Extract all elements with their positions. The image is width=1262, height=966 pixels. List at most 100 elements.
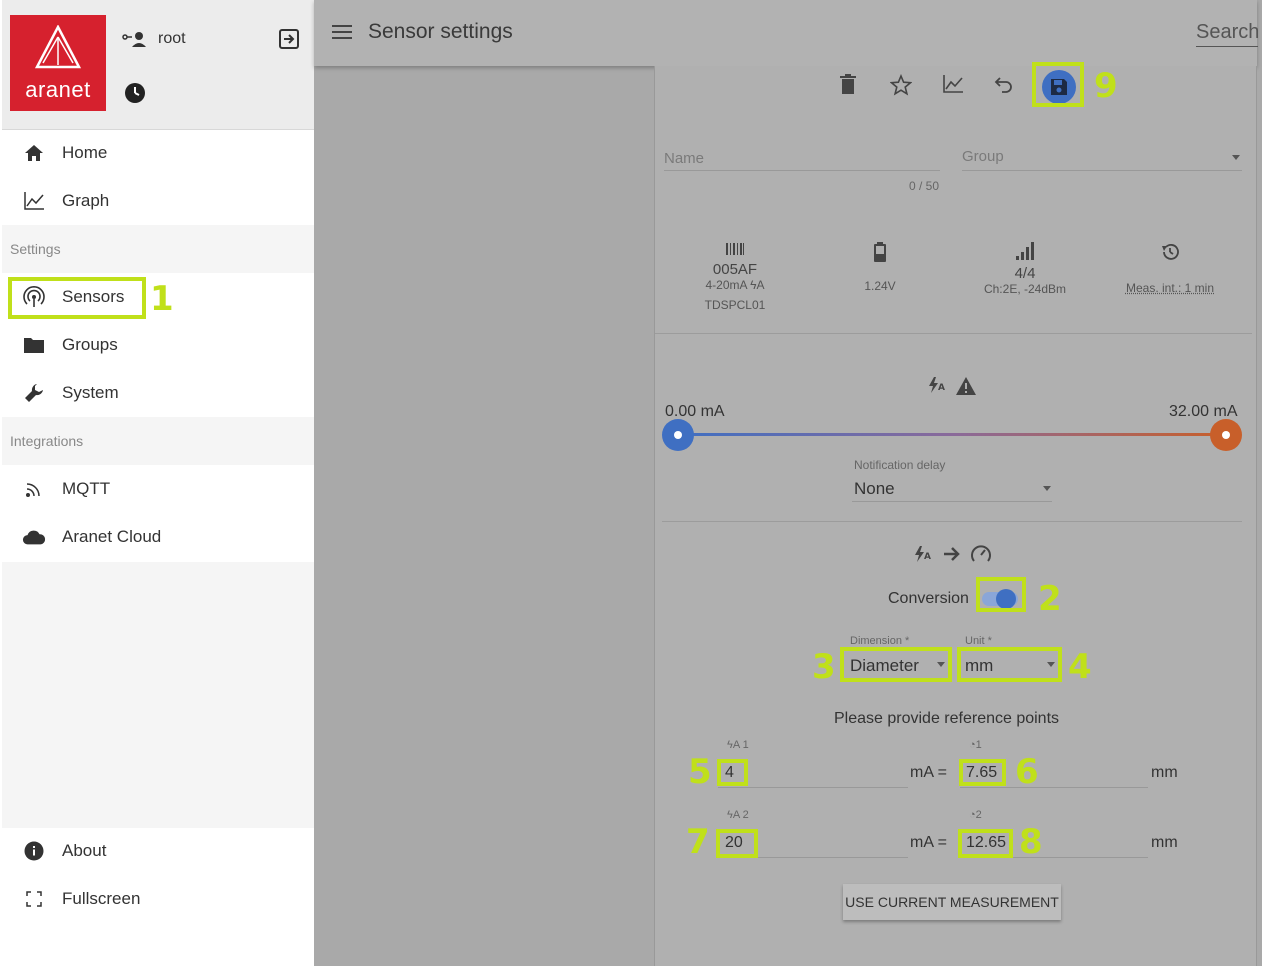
annotation-number: 7: [686, 822, 710, 862]
sensor-type: 4-20mA: [705, 278, 747, 292]
range-slider-track[interactable]: [678, 433, 1228, 436]
sidebar-item-label: Aranet Cloud: [62, 527, 162, 546]
highlight-box: [717, 759, 748, 786]
point2-value-label: ◔2: [969, 809, 982, 821]
sensor-model: TDSPCL01: [704, 298, 766, 312]
dimension-label: Dimension *: [850, 635, 910, 647]
use-current-measurement-button[interactable]: USE CURRENT MEASUREMENT: [843, 884, 1061, 920]
battery-cell: 1.24V: [850, 242, 910, 293]
notification-delay-label: Notification delay: [854, 458, 946, 472]
chevron-down-icon: [1232, 155, 1240, 160]
annotation-number: 2: [1038, 579, 1062, 619]
sidebar-spacer: [2, 562, 314, 828]
star-icon[interactable]: [889, 73, 913, 101]
highlight-box: [976, 577, 1026, 612]
battery-icon: [874, 242, 886, 262]
top-app-bar: Sensor settings Search: [314, 0, 1258, 66]
current-icon: A: [928, 376, 946, 399]
sidebar-item-about[interactable]: About: [2, 827, 314, 875]
chart-icon[interactable]: [942, 74, 964, 99]
sidebar-item-label: Fullscreen: [62, 889, 141, 908]
logo-text: aranet: [25, 77, 91, 102]
notification-delay-select[interactable]: None: [854, 479, 895, 499]
current-icon: ϟA: [746, 278, 765, 292]
channel-info: Ch:2E, -24dBm: [983, 282, 1067, 296]
range-min-handle[interactable]: [662, 419, 694, 451]
user-info: root: [122, 28, 186, 50]
sidebar-item-graph[interactable]: Graph: [2, 177, 314, 225]
point2-unit: mm: [1151, 834, 1178, 851]
signal-icon: [1016, 242, 1034, 260]
fullscreen-icon: [22, 887, 46, 911]
gauge-icon: ◔: [969, 809, 976, 821]
clock-icon[interactable]: [124, 82, 146, 109]
ma-equals-label: mA =: [910, 764, 947, 781]
gauge-icon: [970, 544, 992, 569]
sidebar-item-home[interactable]: Home: [2, 129, 314, 177]
user-icon: [122, 32, 146, 47]
aranet-logo[interactable]: aranet: [10, 15, 106, 111]
point1-value-underline: [960, 787, 1148, 788]
history-icon: [1162, 244, 1179, 260]
rss-icon: [22, 477, 46, 501]
graph-icon: [22, 189, 46, 213]
sidebar-item-mqtt[interactable]: MQTT: [2, 465, 314, 513]
sidebar-header: aranet root: [2, 0, 314, 130]
point1-ma-index: 1: [742, 739, 749, 751]
sensor-id-cell: 005AF 4-20mA ϟA TDSPCL01: [690, 242, 780, 312]
point1-ma-label: ϟA 1: [727, 739, 749, 751]
sidebar-item-label: MQTT: [62, 479, 111, 498]
menu-icon[interactable]: [332, 24, 352, 45]
sidebar-item-label: System: [62, 383, 119, 402]
sidebar-item-fullscreen[interactable]: Fullscreen: [2, 875, 314, 923]
sidebar-item-aranet-cloud[interactable]: Aranet Cloud: [2, 513, 314, 561]
annotation-number: 9: [1094, 66, 1118, 106]
svg-text:A: A: [924, 552, 931, 562]
page-title: Sensor settings: [368, 20, 513, 43]
annotation-number: 3: [812, 647, 836, 687]
highlight-box: [716, 829, 758, 858]
sidebar-item-label: Graph: [62, 191, 110, 210]
ma-equals-label: mA =: [910, 834, 947, 851]
point1-unit: mm: [1151, 764, 1178, 781]
cloud-icon: [22, 525, 46, 549]
name-counter: 0 / 50: [909, 179, 940, 193]
group-select[interactable]: [962, 170, 1242, 171]
search-input[interactable]: Search: [1196, 21, 1258, 47]
main-overlay: Sensor settings Search: [314, 0, 1262, 966]
signal-strength: 4/4: [1014, 265, 1036, 282]
sidebar-item-label: About: [62, 841, 107, 860]
annotation-number: 4: [1068, 647, 1092, 687]
range-max-handle[interactable]: [1210, 419, 1242, 451]
delete-icon[interactable]: [840, 74, 856, 99]
sidebar: aranet root Home Graph Settings Sensors …: [2, 0, 314, 966]
current-icon: A: [914, 545, 934, 568]
highlight-box: [1032, 62, 1084, 107]
point2-ma-index: 2: [742, 809, 749, 821]
username: root: [158, 30, 186, 47]
point1-ma-underline: [718, 787, 908, 788]
home-icon: [22, 141, 46, 165]
svg-text:A: A: [938, 383, 945, 393]
name-input[interactable]: [664, 170, 940, 171]
point2-ma-label: ϟA 2: [727, 809, 749, 821]
arrow-right-icon: [943, 546, 961, 567]
highlight-box: [8, 277, 146, 319]
integrations-section-label: Integrations: [2, 417, 314, 465]
highlight-box: [957, 647, 1062, 682]
sidebar-item-groups[interactable]: Groups: [2, 321, 314, 369]
point1-value-label: ◔1: [969, 739, 982, 751]
highlight-box: [958, 829, 1013, 858]
undo-icon[interactable]: [994, 74, 1014, 99]
annotation-number: 8: [1019, 822, 1043, 862]
name-label: Name: [664, 150, 705, 167]
logout-icon[interactable]: [278, 28, 300, 55]
point2-value-index: 2: [975, 809, 982, 821]
measurement-interval[interactable]: Meas. int.: 1 min: [1115, 281, 1225, 295]
wrench-icon: [22, 381, 46, 405]
warning-icon: [955, 376, 977, 401]
folder-icon: [22, 333, 46, 357]
section-divider: [662, 521, 1242, 522]
barcode-icon: [726, 243, 744, 255]
sidebar-item-system[interactable]: System: [2, 369, 314, 417]
